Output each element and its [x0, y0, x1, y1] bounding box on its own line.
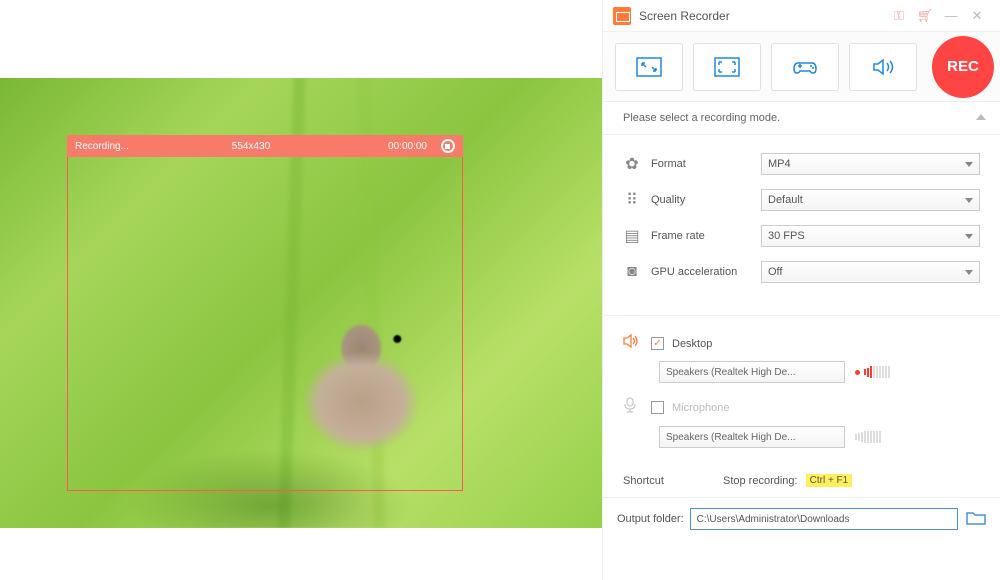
mic-device-select[interactable]: Speakers (Realtek High De...	[659, 426, 845, 448]
chevron-down-icon	[965, 234, 973, 239]
app-logo-icon	[613, 7, 631, 25]
format-select[interactable]: MP4	[761, 153, 980, 175]
shortcut-key: Ctrl + F1	[806, 474, 853, 487]
quality-label: Quality	[651, 194, 761, 206]
mode-toolbar: REC	[603, 32, 1000, 102]
recording-status: Recording...	[75, 141, 192, 152]
key-icon[interactable]: ⚿	[886, 5, 912, 27]
mode-audio[interactable]	[849, 43, 917, 91]
format-icon: ✿︎	[623, 154, 641, 174]
mode-fullscreen[interactable]	[693, 43, 761, 91]
gpu-label: GPU acceleration	[651, 266, 761, 278]
microphone-icon	[623, 397, 641, 418]
quality-select[interactable]: Default	[761, 189, 980, 211]
mic-checkbox[interactable]	[651, 401, 664, 414]
desktop-label: Desktop	[672, 338, 712, 350]
framerate-select[interactable]: 30 FPS	[761, 225, 980, 247]
output-row: Output folder: C:\Users\Administrator\Do…	[603, 497, 1000, 540]
mode-hint: Please select a recording mode.	[603, 102, 1000, 135]
recording-preview: Recording... 554x430 00:00:00	[0, 78, 602, 528]
recording-overlay-bar: Recording... 554x430 00:00:00	[67, 135, 463, 157]
stop-label: Stop recording:	[723, 475, 798, 487]
collapse-icon[interactable]	[976, 114, 986, 120]
chevron-down-icon	[965, 198, 973, 203]
audio-group: ✓ Desktop Speakers (Realtek High De... M…	[603, 334, 1000, 448]
gpu-icon: ◙	[623, 263, 641, 281]
app-title: Screen Recorder	[639, 9, 730, 23]
desktop-level-meter	[855, 366, 890, 378]
stop-icon[interactable]	[441, 139, 455, 153]
framerate-label: Frame rate	[651, 230, 761, 242]
mic-level-meter	[855, 431, 881, 443]
chevron-down-icon	[965, 162, 973, 167]
divider	[603, 315, 1000, 316]
settings-group: ✿︎ Format MP4 ⠿ Quality Default ▤ Frame …	[603, 135, 1000, 307]
desktop-device-select[interactable]: Speakers (Realtek High De...	[659, 361, 845, 383]
record-button[interactable]: REC	[932, 36, 994, 98]
shortcut-label: Shortcut	[623, 475, 723, 487]
speaker-icon	[623, 334, 641, 353]
output-label: Output folder:	[617, 513, 684, 525]
chevron-down-icon	[965, 270, 973, 275]
format-label: Format	[651, 158, 761, 170]
close-icon[interactable]: ✕	[964, 5, 990, 27]
shortcut-row: Shortcut Stop recording: Ctrl + F1	[603, 456, 1000, 497]
titlebar: Screen Recorder ⚿ 🛒︎ — ✕	[603, 0, 1000, 32]
output-folder-select[interactable]: C:\Users\Administrator\Downloads	[690, 508, 958, 530]
mode-game[interactable]	[771, 43, 839, 91]
capture-region[interactable]	[67, 135, 463, 491]
folder-icon[interactable]	[966, 510, 986, 529]
cart-icon[interactable]: 🛒︎	[912, 5, 938, 27]
mic-label: Microphone	[672, 402, 729, 414]
framerate-icon: ▤	[623, 226, 641, 246]
recording-dimensions: 554x430	[192, 141, 309, 152]
gpu-select[interactable]: Off	[761, 261, 980, 283]
quality-icon: ⠿	[623, 190, 641, 210]
desktop-checkbox[interactable]: ✓	[651, 337, 664, 350]
recording-timer: 00:00:00	[310, 141, 435, 152]
minimize-icon[interactable]: —	[938, 5, 964, 27]
recorder-panel: Screen Recorder ⚿ 🛒︎ — ✕ REC Please sele…	[602, 0, 1000, 580]
mode-region[interactable]	[615, 43, 683, 91]
